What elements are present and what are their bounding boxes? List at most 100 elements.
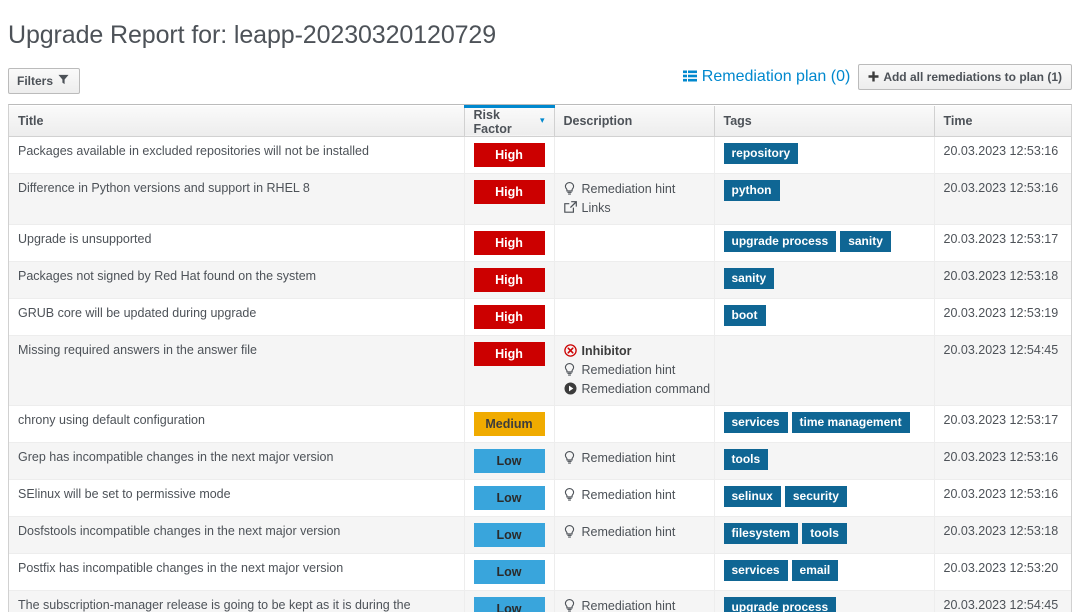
column-header-title[interactable]: Title	[9, 106, 465, 137]
description-item-label: Remediation hint	[581, 524, 676, 539]
cell-title: Packages not signed by Red Hat found on …	[9, 261, 465, 299]
cell-risk-factor: Low	[464, 553, 555, 591]
cell-title: Packages available in excluded repositor…	[9, 136, 465, 174]
lightbulb-icon	[564, 363, 577, 377]
tag-badge[interactable]: python	[723, 179, 780, 201]
table-row[interactable]: Packages available in excluded repositor…	[9, 136, 1071, 174]
lightbulb-icon	[564, 451, 577, 465]
description-item-label: Remediation hint	[581, 362, 676, 377]
description-item[interactable]: Remediation command	[564, 380, 710, 399]
cell-time: 20.03.2023 12:53:16	[934, 479, 1071, 517]
tag-badge[interactable]: security	[784, 485, 847, 507]
cell-time: 20.03.2023 12:54:45	[934, 335, 1071, 406]
cell-time: 20.03.2023 12:53:17	[934, 224, 1071, 262]
cell-title: Dosfstools incompatible changes in the n…	[9, 516, 465, 554]
tag-badge[interactable]: email	[791, 559, 839, 581]
cell-risk-factor: High	[464, 173, 555, 225]
play-circle-icon	[564, 382, 577, 396]
cell-time: 20.03.2023 12:53:18	[934, 516, 1071, 554]
tag-badge[interactable]: services	[723, 411, 788, 433]
column-header-tags-label: Tags	[723, 113, 752, 128]
tag-badge[interactable]: selinux	[723, 485, 781, 507]
cell-description: Inhibitor Remediation hint Remediation com…	[554, 335, 715, 406]
cell-description: Remediation hint	[554, 516, 715, 554]
table-row[interactable]: Packages not signed by Red Hat found on …	[9, 261, 1071, 299]
table-row[interactable]: Dosfstools incompatible changes in the n…	[9, 516, 1071, 554]
description-item-label: Remediation command	[581, 381, 711, 396]
cell-tags: services email	[714, 553, 935, 591]
tag-badge[interactable]: tools	[802, 522, 847, 544]
description-item-label: Inhibitor	[581, 343, 632, 358]
description-item-label: Links	[581, 200, 611, 215]
tag-badge[interactable]: services	[723, 559, 788, 581]
cell-description: Remediation hint Links	[554, 173, 715, 225]
lightbulb-icon	[564, 599, 577, 612]
description-item[interactable]: Links	[563, 199, 705, 218]
description-item[interactable]: Remediation hint	[564, 361, 705, 380]
tag-badge[interactable]: time management	[791, 411, 910, 433]
column-header-description[interactable]: Description	[554, 106, 715, 137]
report-table: Title Risk Factor ▾ Description Tags Tim…	[9, 104, 1071, 612]
cell-risk-factor: High	[464, 261, 555, 299]
cell-time: 20.03.2023 12:54:45	[934, 590, 1071, 612]
table-row[interactable]: Upgrade is unsupported High upgrade proces…	[9, 224, 1071, 262]
tag-badge[interactable]: sanity	[723, 267, 775, 289]
column-header-time-label: Time	[943, 113, 973, 128]
risk-badge: High	[473, 267, 545, 292]
tag-badge[interactable]: filesystem	[723, 522, 799, 544]
cell-title: The subscription-manager release is goin…	[9, 590, 465, 612]
lightbulb-icon	[564, 488, 577, 502]
cell-time: 20.03.2023 12:53:20	[934, 553, 1071, 591]
cell-tags: upgrade process sanity	[714, 224, 935, 262]
cell-title: GRUB core will be updated during upgrade	[9, 298, 465, 336]
add-all-remediations-button[interactable]: Add all remediations to plan (1)	[858, 63, 1072, 90]
table-row[interactable]: GRUB core will be updated during upgrade…	[9, 298, 1071, 336]
risk-badge: Low	[473, 596, 545, 612]
risk-badge: Low	[473, 522, 545, 547]
error-circle-icon	[563, 344, 577, 358]
list-icon	[682, 70, 697, 84]
cell-description: Remediation hint	[554, 479, 715, 517]
description-item[interactable]: Remediation hint	[564, 523, 705, 542]
cell-risk-factor: Low	[464, 479, 555, 517]
risk-badge: High	[473, 142, 545, 167]
table-row[interactable]: Difference in Python versions and suppor…	[9, 173, 1071, 225]
column-header-time[interactable]: Time	[934, 106, 1071, 137]
tag-badge[interactable]: upgrade process	[723, 596, 837, 612]
cell-title: Missing required answers in the answer f…	[9, 335, 465, 406]
tag-badge[interactable]: tools	[723, 448, 769, 470]
tag-badge[interactable]: sanity	[840, 230, 891, 252]
tag-badge[interactable]: boot	[723, 304, 766, 326]
cell-description: Remediation hint	[554, 442, 715, 480]
table-row[interactable]: Missing required answers in the answer f…	[9, 335, 1071, 406]
column-header-tags[interactable]: Tags	[714, 106, 935, 137]
column-header-risk-factor[interactable]: Risk Factor ▾	[463, 104, 555, 137]
cell-tags: selinux security	[714, 479, 935, 517]
risk-badge: High	[473, 179, 545, 204]
lightbulb-icon	[564, 182, 577, 196]
tag-badge[interactable]: upgrade process	[723, 230, 837, 252]
risk-badge: Low	[473, 485, 545, 510]
cell-tags: boot	[714, 298, 935, 336]
cell-time: 20.03.2023 12:53:16	[934, 442, 1071, 480]
table-row[interactable]: Grep has incompatible changes in the nex…	[9, 442, 1071, 480]
table-row[interactable]: chrony using default configuration Medium…	[9, 405, 1071, 443]
table-row[interactable]: SElinux will be set to permissive mode Lo…	[9, 479, 1071, 517]
description-item[interactable]: Remediation hint	[564, 486, 705, 505]
cell-title: chrony using default configuration	[9, 405, 465, 443]
tag-badge[interactable]: repository	[723, 142, 799, 164]
filters-button[interactable]: Filters	[8, 67, 81, 94]
description-item[interactable]: Remediation hint	[564, 180, 705, 199]
remediation-plan-link[interactable]: Remediation plan (0)	[682, 67, 859, 86]
table-row[interactable]: Postfix has incompatible changes in the …	[9, 553, 1071, 591]
cell-title: SElinux will be set to permissive mode	[9, 479, 465, 517]
description-item[interactable]: Remediation hint	[564, 449, 705, 468]
remediation-plan-label: Remediation plan (0)	[701, 67, 851, 85]
risk-badge: Low	[473, 448, 545, 473]
risk-badge: High	[473, 230, 545, 255]
description-item[interactable]: Remediation hint	[564, 597, 705, 612]
page-title: Upgrade Report for: leapp-20230320120729	[8, 20, 497, 49]
table-row[interactable]: The subscription-manager release is goin…	[9, 590, 1071, 612]
cell-time: 20.03.2023 12:53:19	[934, 298, 1071, 336]
description-item[interactable]: Inhibitor	[563, 342, 705, 361]
